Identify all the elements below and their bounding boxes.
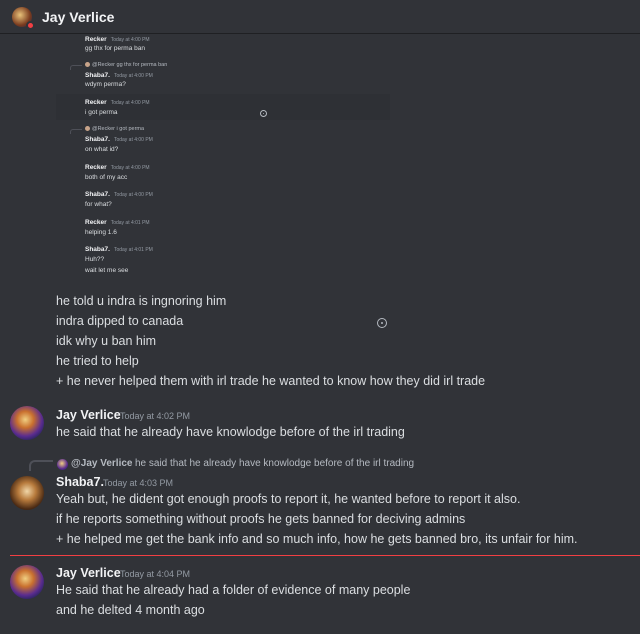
dm-title[interactable]: Jay Verlice bbox=[42, 9, 114, 25]
new-messages-divider bbox=[10, 555, 640, 556]
message-line: indra dipped to canada bbox=[56, 314, 184, 328]
dnd-status-icon bbox=[26, 20, 35, 30]
message-line: he tried to help bbox=[56, 354, 139, 368]
reply-preview: @Recker i got perma bbox=[85, 126, 144, 132]
message-line: + he never helped them with irl trade he… bbox=[56, 374, 486, 388]
message-author: Shaba7. Today at 4:00 PM bbox=[85, 191, 153, 198]
message-line: Yeah but, he dident got enough proofs to… bbox=[56, 492, 521, 506]
reply-connector bbox=[70, 65, 82, 70]
add-reaction-icon[interactable] bbox=[377, 318, 387, 328]
add-reaction-icon[interactable] bbox=[260, 110, 267, 117]
message-line: idk why u ban him bbox=[56, 334, 157, 348]
message-author[interactable]: Jay Verlice bbox=[56, 408, 121, 422]
message-line: He said that he already had a folder of … bbox=[56, 583, 411, 597]
message-line: he said that he already have knowlodge b… bbox=[56, 425, 405, 439]
message-text: gg thx for perma ban bbox=[85, 45, 145, 52]
message-author: Shaba7. Today at 4:00 PM bbox=[85, 136, 153, 143]
hovered-message-bg bbox=[56, 94, 390, 120]
message-author: Shaba7. Today at 4:00 PM bbox=[85, 72, 153, 79]
message-timestamp: Today at 4:03 PM bbox=[103, 478, 174, 488]
message-author: Recker Today at 4:00 PM bbox=[85, 36, 150, 43]
message-text: helping 1.6 bbox=[85, 229, 117, 236]
message-author: Recker Today at 4:00 PM bbox=[85, 99, 150, 106]
message-text: on what id? bbox=[85, 146, 119, 153]
message-line: + he helped me get the bank info and so … bbox=[56, 532, 578, 546]
reply-preview-text[interactable]: he said that he already have knowlodge b… bbox=[135, 458, 414, 469]
message-line: if he reports something without proofs h… bbox=[56, 512, 466, 526]
message-text: both of my acc bbox=[85, 174, 128, 181]
avatar[interactable] bbox=[10, 565, 44, 599]
reply-avatar-icon bbox=[57, 459, 68, 470]
reply-avatar-icon bbox=[85, 126, 90, 132]
avatar-icon[interactable] bbox=[12, 6, 35, 30]
message-timestamp: Today at 4:02 PM bbox=[120, 411, 191, 421]
dm-header: Jay Verlice bbox=[0, 0, 640, 34]
reply-connector bbox=[29, 460, 53, 471]
message-text: wait let me see bbox=[85, 267, 129, 274]
message-line: and he delted 4 month ago bbox=[56, 603, 205, 617]
message-author: Recker Today at 4:00 PM bbox=[85, 164, 150, 171]
message-author[interactable]: Jay Verlice bbox=[56, 566, 121, 580]
message-text: for what? bbox=[85, 201, 112, 208]
message-author[interactable]: Shaba7. bbox=[56, 475, 104, 489]
message-line: he told u indra is ingnoring him bbox=[56, 294, 227, 308]
message-text: i got perma bbox=[85, 109, 118, 116]
message-timestamp: Today at 4:04 PM bbox=[120, 569, 191, 579]
reply-author[interactable]: @Jay Verlice bbox=[71, 458, 132, 469]
attached-image[interactable]: Recker Today at 4:00 PM gg thx for perma … bbox=[56, 34, 390, 282]
reply-avatar-icon bbox=[85, 62, 90, 68]
avatar[interactable] bbox=[10, 476, 44, 510]
message-author: Recker Today at 4:01 PM bbox=[85, 219, 150, 226]
avatar[interactable] bbox=[10, 406, 44, 440]
message-text: Huh?? bbox=[85, 256, 105, 263]
message-author: Shaba7. Today at 4:01 PM bbox=[85, 246, 153, 253]
message-text: wdym perma? bbox=[85, 81, 126, 88]
reply-preview: @Recker gg thx for perma ban bbox=[85, 62, 167, 68]
reply-connector bbox=[70, 129, 82, 134]
